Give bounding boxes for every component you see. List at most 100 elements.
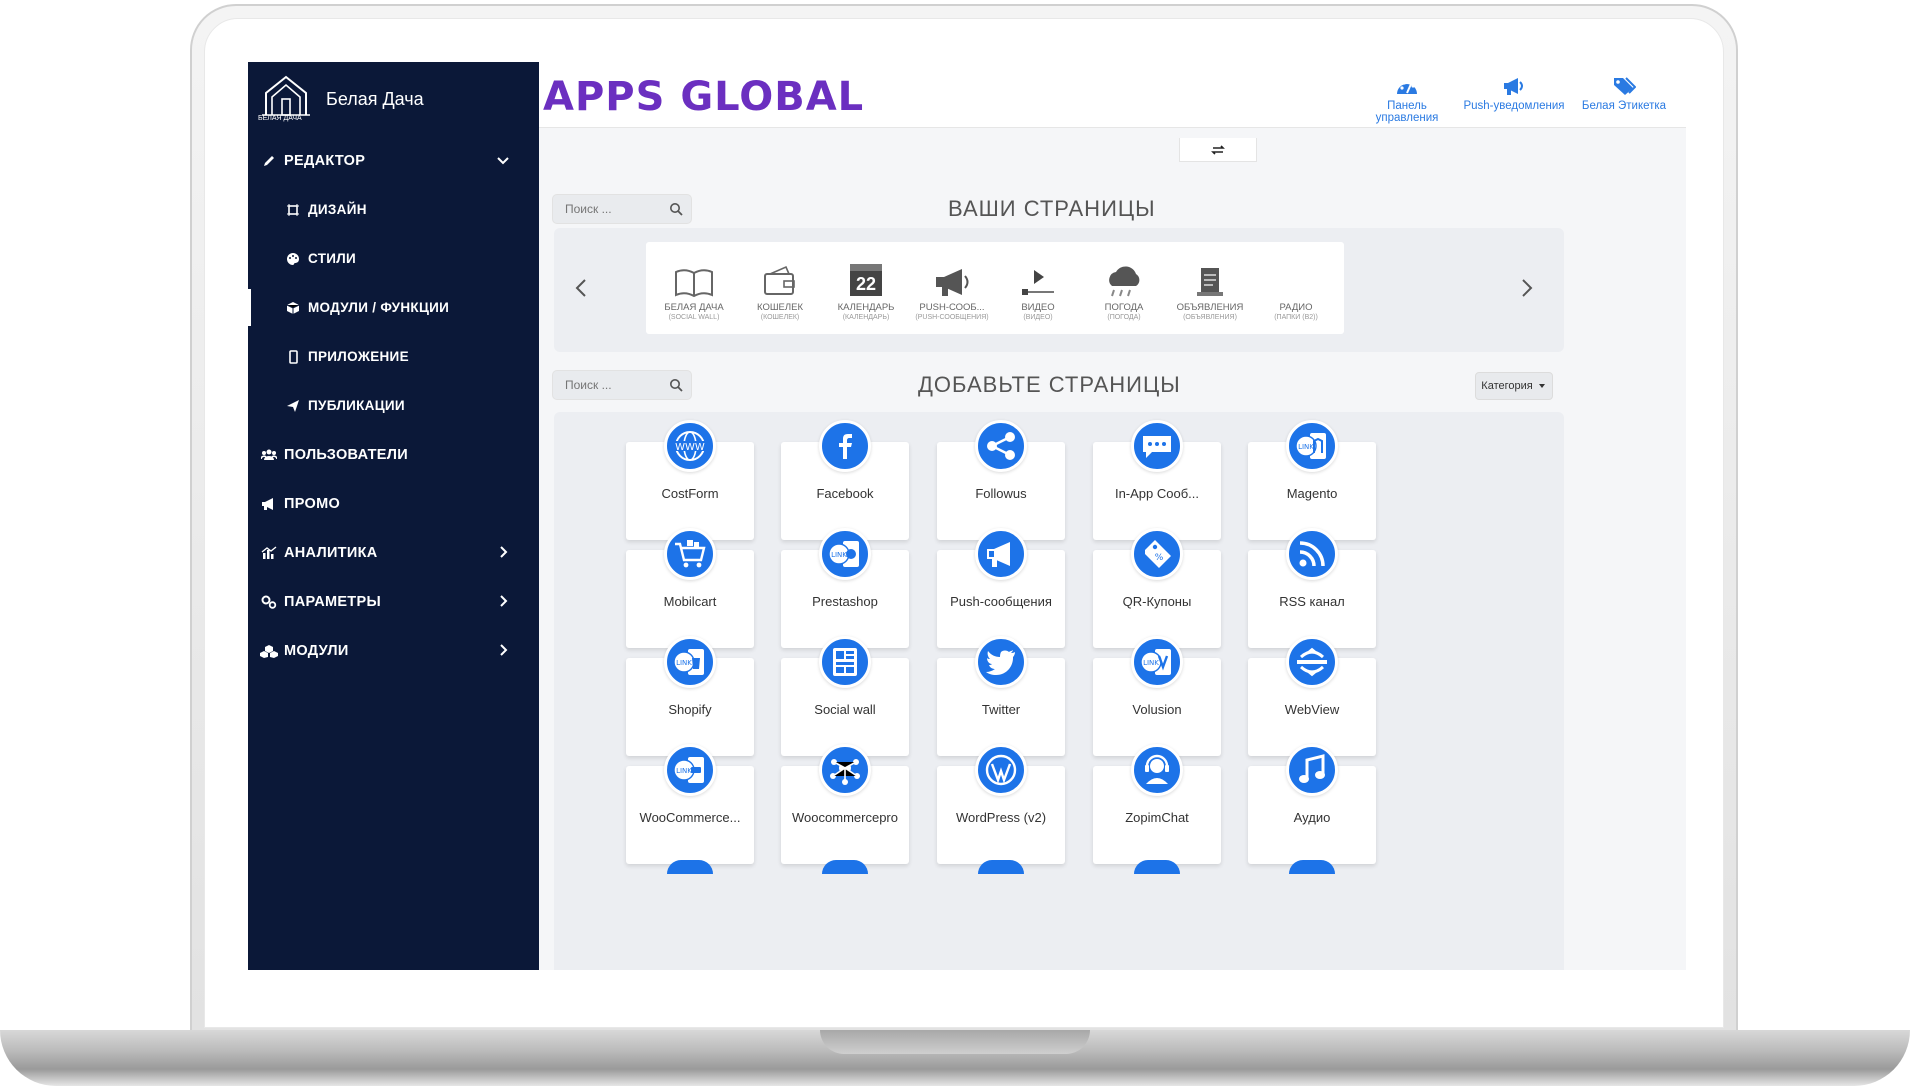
module-card[interactable]: Mobilcart [626,528,754,648]
module-card[interactable]: WordPress (v2) [937,744,1065,864]
users-icon [260,446,278,464]
sidebar-item-6[interactable]: ПОЛЬЗОВАТЕЛИ [248,430,539,479]
book-icon [646,242,742,298]
your-pages-search[interactable] [552,194,692,224]
sidebar-item-7[interactable]: ПРОМО [248,479,539,528]
module-label: In-App Cooб... [1114,486,1200,501]
chevron-right-icon [495,593,511,609]
sidebar-item-1[interactable]: ДИЗАЙН [248,185,539,234]
search-icon[interactable] [669,378,683,392]
your-page-card[interactable]: ВИДЕО (ВИДЕО) [990,242,1086,334]
laptop-notch [820,1030,1090,1054]
your-page-card[interactable]: БЕЛАЯ ДАЧА (SOCIAL WALL) [646,242,742,334]
module-card[interactable]: Social wall [781,636,909,756]
sidebar-item-5[interactable]: ПУБЛИКАЦИИ [248,381,539,430]
svg-text:LINK: LINK [676,767,692,775]
module-label: ZopimChat [1125,810,1189,825]
your-page-label: PUSH-СООБ... [919,302,985,313]
your-page-card[interactable]: 22 КАЛЕНДАРЬ (КАЛЕНДАРЬ) [818,242,914,334]
module-icon-partial[interactable] [1289,860,1335,874]
sidebar-nav: РЕДАКТОР ДИЗАЙН СТИЛИ МОДУЛИ / ФУНКЦИИ ПРИЛО… [248,136,539,675]
module-icon-partial[interactable] [667,860,713,874]
caret-down-icon [1538,384,1545,388]
your-page-card[interactable]: ОБЪЯВЛЕНИЯ (ОБЪЯВЛЕНИЯ) [1162,242,1258,334]
your-page-label: ПОГОДА [1104,302,1144,313]
module-icon-partial[interactable] [978,860,1024,874]
sidebar-item-9[interactable]: ПАРАМЕТРЫ [248,577,539,626]
your-page-card[interactable]: РАДИО (ПАПКИ (B2)) [1248,242,1344,334]
module-card[interactable]: LINK Shopify [626,636,754,756]
app-screen: БЕЛАЯ ДАЧА Белая Дача РЕДАКТОР ДИЗАЙН СТИЛ… [248,62,1686,970]
module-card[interactable]: LINK Volusion [1093,636,1221,756]
module-card[interactable]: Twitter [937,636,1065,756]
sidebar-item-2[interactable]: СТИЛИ [248,234,539,283]
dashboard-link[interactable]: Панель управления [1361,76,1453,124]
chevron-right-icon[interactable] [1514,276,1538,300]
module-card[interactable]: % QR-Купоны [1093,528,1221,648]
chevron-left-icon[interactable] [570,276,594,300]
megaphone-icon [904,242,1000,298]
chart-icon [260,544,278,562]
wallet-icon [732,242,828,298]
add-pages-search-input[interactable] [553,371,665,399]
module-icon-partial[interactable] [822,860,868,874]
module-card[interactable]: Push-сообщения [937,528,1065,648]
add-pages-search[interactable] [552,370,692,400]
your-page-card[interactable]: КОШЕЛЕК (КОШЕЛЕК) [732,242,828,334]
svg-text:%: % [1155,553,1164,563]
module-card[interactable]: In-App Cooб... [1093,420,1221,540]
module-card[interactable]: RSS канал [1248,528,1376,648]
share-icon [975,420,1027,472]
your-pages-search-input[interactable] [553,195,665,223]
module-card[interactable]: Facebook [781,420,909,540]
radio-icon [1248,242,1344,298]
module-label: Social wall [814,702,876,717]
module-card[interactable]: Аудио [1248,744,1376,864]
add-pages-grid: WWW CostForm Facebook Followus In-App Cooб..… [554,412,1564,970]
your-page-label: ОБЪЯВЛЕНИЯ [1176,302,1244,313]
push-notifications-link[interactable]: Push-уведомления [1459,76,1569,112]
music-icon [1286,744,1338,796]
prestashop-icon: LINK [819,528,871,580]
module-card[interactable]: Woocommercepro [781,744,909,864]
module-card[interactable]: LINK Magento [1248,420,1376,540]
module-label: Volusion [1132,702,1182,717]
module-card[interactable]: ZopimChat [1093,744,1221,864]
search-icon[interactable] [669,202,683,216]
module-label: WooCommerce... [639,810,741,825]
pencil-icon [260,152,278,170]
sidebar-item-3[interactable]: МОДУЛИ / ФУНКЦИИ [248,283,539,332]
module-card[interactable]: WebView [1248,636,1376,756]
sidebar-item-4[interactable]: ПРИЛОЖЕНИЕ [248,332,539,381]
module-card[interactable]: LINK WooCommerce... [626,744,754,864]
module-label: QR-Купоны [1122,594,1192,609]
layout-toggle-button[interactable] [1179,138,1257,162]
your-page-card[interactable]: ПОГОДА (ПОГОДА) [1076,242,1172,334]
brand[interactable]: БЕЛАЯ ДАЧА Белая Дача [248,62,539,136]
cubes-icon [260,642,278,660]
category-label: Категория [1481,380,1533,392]
module-card[interactable]: Followus [937,420,1065,540]
module-label: Woocommercepro [792,810,898,825]
white-label-link[interactable]: Белая Этикетка [1575,76,1673,112]
video-icon [990,242,1086,298]
sidebar-item-10[interactable]: МОДУЛИ [248,626,539,675]
sidebar-item-0[interactable]: РЕДАКТОР [248,136,539,185]
category-dropdown[interactable]: Категория [1475,372,1553,400]
svg-text:LINK: LINK [676,659,692,667]
module-label: Facebook [816,486,874,501]
module-card[interactable]: WWW CostForm [626,420,754,540]
module-label: Mobilcart [663,594,717,609]
your-page-sublabel: (SOCIAL WALL) [668,314,720,321]
wordpress-icon [975,744,1027,796]
module-label: Magento [1286,486,1338,501]
sidebar-item-8[interactable]: АНАЛИТИКА [248,528,539,577]
your-page-card[interactable]: PUSH-СООБ... (PUSH-СООБЩЕНИЯ) [904,242,1000,334]
sidebar-item-label: ПОЛЬЗОВАТЕЛИ [284,446,408,463]
note-icon [1162,242,1258,298]
module-icon-partial[interactable] [1134,860,1180,874]
apps-global-logo[interactable]: APPS GLOBAL [543,74,864,120]
brand-logo: БЕЛАЯ ДАЧА [258,71,314,127]
dashboard-label: Панель управления [1375,100,1439,124]
module-card[interactable]: LINK Prestashop [781,528,909,648]
